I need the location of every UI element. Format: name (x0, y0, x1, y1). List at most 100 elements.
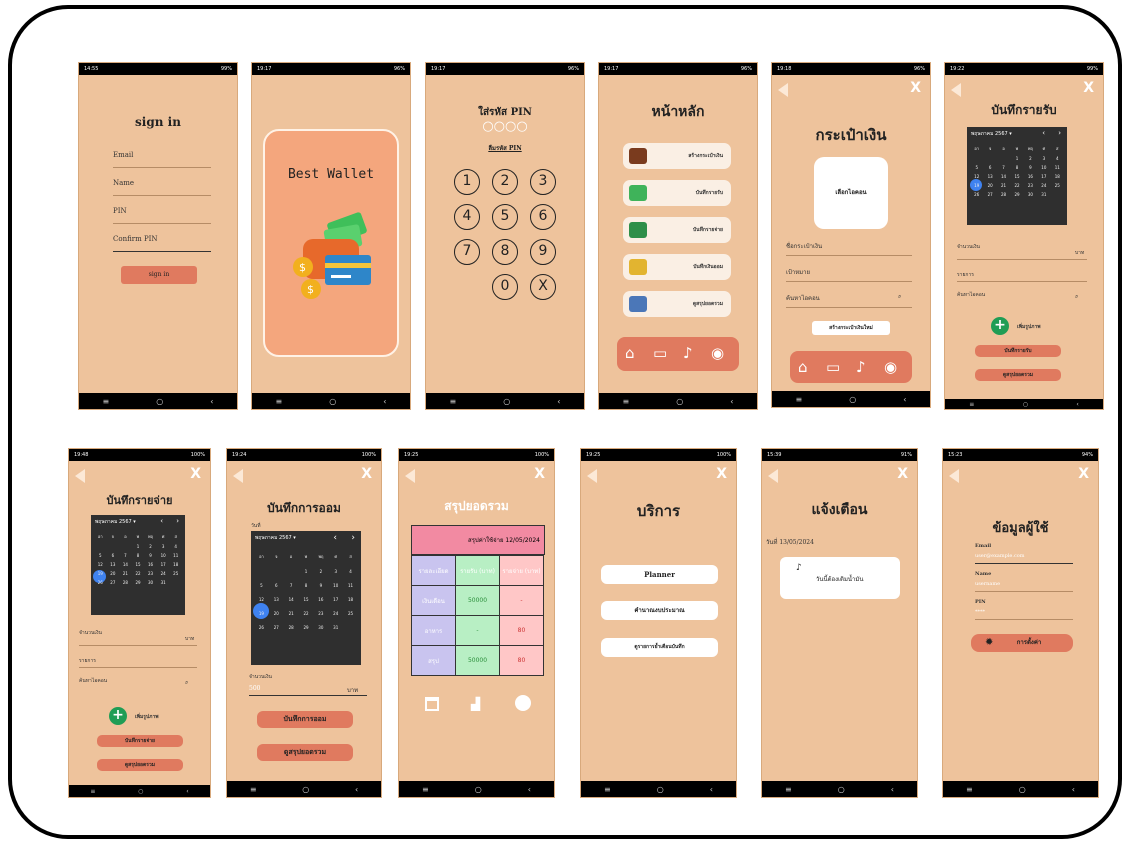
calendar-day[interactable] (997, 156, 1010, 161)
view-summary-button[interactable]: ดูสรุปยอดรวม (975, 369, 1061, 381)
calendar-day[interactable]: 11 (1051, 165, 1064, 170)
calendar-day[interactable]: 4 (343, 569, 358, 574)
search-icon[interactable]: ⌕ (898, 293, 901, 301)
calendar-day[interactable]: 9 (144, 553, 157, 558)
calendar-day[interactable]: 27 (983, 192, 996, 197)
amount-value[interactable]: 500 (249, 685, 260, 692)
date-picker[interactable]: พฤษภาคม 2567 ▾ ‹ › อาจอพพฤศส 1 2 3 4 5 6 7 8 9 10 1… (91, 515, 185, 615)
back-icon[interactable] (768, 469, 778, 483)
save-expense-button[interactable]: บันทึกรายจ่าย (97, 735, 183, 747)
bell-icon[interactable]: ♪ (683, 344, 693, 362)
calendar-day[interactable]: 31 (328, 625, 343, 630)
calendar-day[interactable]: 18 (169, 562, 182, 567)
amount-field[interactable] (79, 645, 197, 646)
home-icon[interactable]: ⌂ (625, 344, 635, 362)
back-nav-icon[interactable]: ‹ (710, 785, 713, 794)
calendar-day[interactable]: 24 (157, 571, 170, 576)
back-icon[interactable] (405, 469, 415, 483)
user-icon[interactable]: ◉ (711, 344, 724, 362)
calendar-day[interactable]: 14 (119, 562, 132, 567)
calendar-day[interactable]: 22 (299, 611, 314, 616)
back-icon[interactable] (587, 469, 597, 483)
calendar-day[interactable]: 19 (94, 571, 107, 576)
calendar-day[interactable]: พฤ (313, 553, 328, 560)
calendar-day[interactable]: 30 (144, 580, 157, 585)
add-image-label[interactable]: เพิ่มรูปภาพ (135, 713, 159, 721)
calendar-day[interactable]: 26 (254, 625, 269, 630)
menu-saving[interactable]: บันทึกเงินออม (623, 254, 731, 280)
calendar-day[interactable]: ส (169, 533, 182, 540)
recents-icon[interactable]: ≡ (785, 785, 792, 794)
back-icon[interactable] (233, 469, 243, 483)
calendar-day[interactable]: 2 (1024, 156, 1037, 161)
key-4[interactable]: 4 (454, 204, 480, 230)
calendar-day[interactable]: 7 (119, 553, 132, 558)
icon-search-field[interactable] (786, 307, 912, 308)
wallet-name-field[interactable] (786, 255, 912, 256)
close-icon[interactable]: X (361, 466, 372, 482)
home-nav-icon[interactable]: ○ (657, 785, 664, 794)
key-0[interactable]: 0 (492, 274, 518, 300)
calendar-day[interactable]: 22 (1010, 183, 1023, 188)
calendar-day[interactable]: 29 (299, 625, 314, 630)
calendar-day[interactable] (284, 569, 299, 574)
target-field[interactable] (786, 281, 912, 282)
calendar-day[interactable]: ส (343, 553, 358, 560)
recents-icon[interactable]: ≡ (796, 395, 803, 404)
calendar-day[interactable]: 2 (313, 569, 328, 574)
calendar-day[interactable]: 14 (284, 597, 299, 602)
calendar-day[interactable] (254, 569, 269, 574)
calendar-day[interactable]: 17 (157, 562, 170, 567)
name-field[interactable] (113, 195, 211, 196)
forgot-pin-link[interactable]: ลืมรหัส PIN (426, 143, 584, 153)
notification-card[interactable]: ♪ วันนี้ต้องเติมน้ำมัน (780, 557, 900, 599)
menu-create-wallet[interactable]: สร้างกระเป๋าเงิน (623, 143, 731, 169)
calendar-day[interactable]: ศ (328, 553, 343, 560)
calendar-day[interactable]: พ (132, 533, 145, 540)
back-nav-icon[interactable]: ‹ (210, 397, 213, 406)
calendar-day[interactable]: 6 (107, 553, 120, 558)
calendar-day[interactable]: 19 (970, 183, 983, 188)
calendar-day[interactable]: 28 (284, 625, 299, 630)
budget-button[interactable]: คำนาณงบประมาณ (601, 601, 718, 620)
folder-icon[interactable]: ▭ (653, 344, 667, 362)
calendar-day[interactable]: 15 (132, 562, 145, 567)
pin-field[interactable] (113, 223, 211, 224)
calendar-day[interactable]: 1 (132, 544, 145, 549)
calendar-day[interactable]: 5 (254, 583, 269, 588)
next-month-icon[interactable]: › (1058, 129, 1061, 137)
calendar-day[interactable]: 17 (1037, 174, 1050, 179)
key-2[interactable]: 2 (492, 169, 518, 195)
calendar-day[interactable] (269, 569, 284, 574)
calendar-day[interactable]: 29 (132, 580, 145, 585)
calendar-day[interactable]: 6 (269, 583, 284, 588)
back-nav-icon[interactable]: ‹ (1072, 785, 1075, 794)
calendar-day[interactable]: จ (107, 533, 120, 540)
calendar-day[interactable]: 24 (1037, 183, 1050, 188)
calendar-day[interactable]: 13 (269, 597, 284, 602)
calendar-day[interactable]: 15 (1010, 174, 1023, 179)
calendar-day[interactable]: 25 (1051, 183, 1064, 188)
calendar-day[interactable]: 23 (1024, 183, 1037, 188)
calendar-day[interactable]: 7 (997, 165, 1010, 170)
create-wallet-button[interactable]: สร้างกระเป๋าเงินใหม่ (812, 321, 890, 335)
home-nav-icon[interactable]: ○ (302, 785, 309, 794)
calendar-day[interactable]: 23 (313, 611, 328, 616)
calendar-day[interactable]: 4 (169, 544, 182, 549)
item-field[interactable] (957, 281, 1087, 282)
month-selector[interactable]: พฤษภาคม 2567 ▾ (971, 130, 1012, 138)
calendar-day[interactable]: 26 (970, 192, 983, 197)
home-nav-icon[interactable]: ○ (329, 397, 336, 406)
calendar-day[interactable]: 26 (94, 580, 107, 585)
next-month-icon[interactable]: › (176, 517, 179, 525)
add-image-icon[interactable]: + (991, 317, 1009, 335)
calendar-day[interactable]: 17 (328, 597, 343, 602)
pin-field[interactable] (975, 619, 1073, 620)
back-nav-icon[interactable]: ‹ (891, 785, 894, 794)
calendar-day[interactable]: 6 (983, 165, 996, 170)
calendar-day[interactable] (94, 544, 107, 549)
calendar-day[interactable]: อ (119, 533, 132, 540)
calendar-day[interactable]: 13 (983, 174, 996, 179)
calendar-day[interactable]: 31 (157, 580, 170, 585)
calendar-day[interactable]: 2 (144, 544, 157, 549)
